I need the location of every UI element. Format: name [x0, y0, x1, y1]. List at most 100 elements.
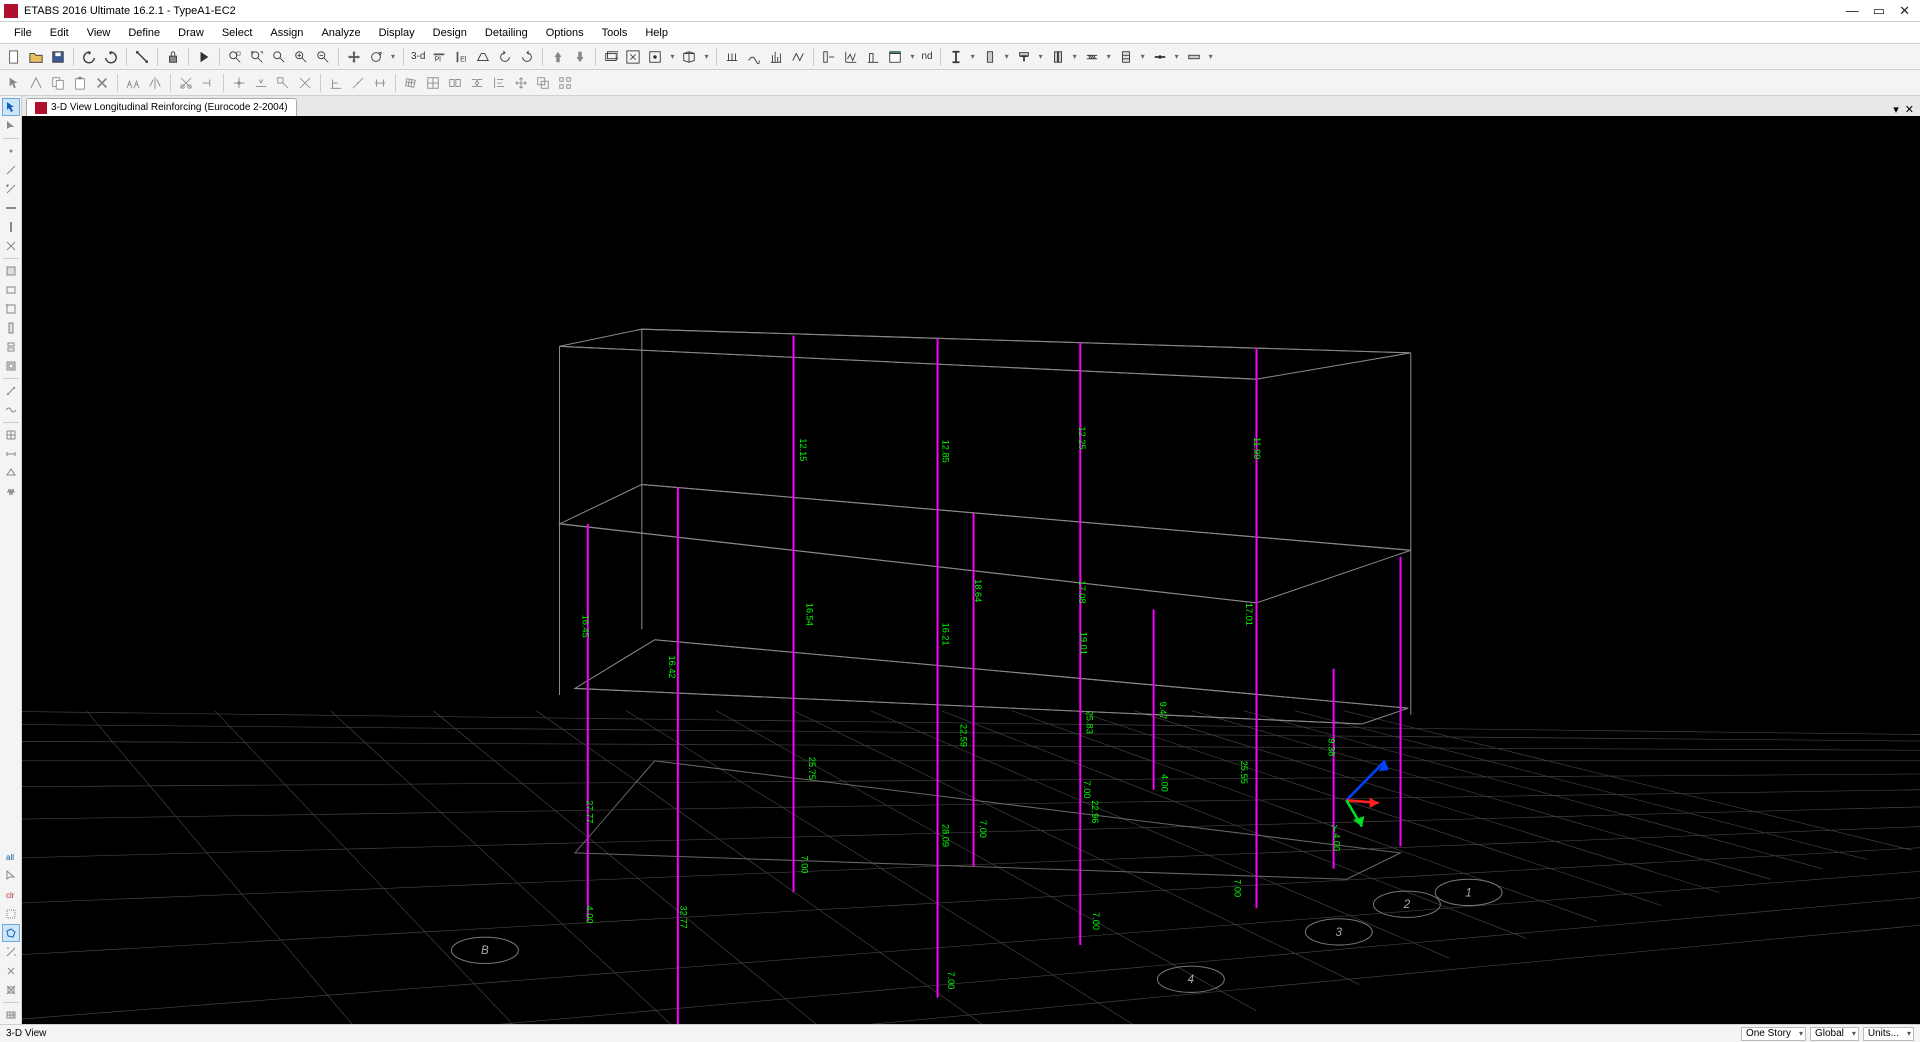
design-composite-button[interactable]: [1014, 47, 1034, 67]
design-concrete-button[interactable]: [980, 47, 1000, 67]
rotate-button[interactable]: [366, 47, 386, 67]
select-all-tool[interactable]: all: [2, 848, 20, 866]
concrete-dropdown-icon[interactable]: ▾: [1002, 52, 1012, 62]
snap-point-button[interactable]: [229, 73, 249, 93]
compcol-dropdown-icon[interactable]: ▾: [1070, 52, 1080, 62]
show-selection-tool[interactable]: [2, 1006, 20, 1024]
select-line-tool[interactable]: [2, 943, 20, 961]
merge-button[interactable]: [467, 73, 487, 93]
child-close-button[interactable]: ✕: [1905, 103, 1914, 116]
snap-intersect-button[interactable]: [295, 73, 315, 93]
show-hinge-button[interactable]: [863, 47, 883, 67]
select-prev-tool[interactable]: [2, 867, 20, 885]
close-button[interactable]: ✕: [1899, 3, 1910, 19]
draw-beam-tool[interactable]: [2, 199, 20, 217]
menu-define[interactable]: Define: [120, 25, 168, 41]
connection-dropdown-icon[interactable]: ▾: [1172, 52, 1182, 62]
zoom-prev-button[interactable]: [269, 47, 289, 67]
save-button[interactable]: [48, 47, 68, 67]
pan-button[interactable]: [344, 47, 364, 67]
set-display-button[interactable]: [645, 47, 665, 67]
spring-tool[interactable]: [2, 483, 20, 501]
tables-dropdown-icon[interactable]: ▾: [907, 52, 917, 62]
show-extrude-button[interactable]: [601, 47, 621, 67]
zoom-in-button[interactable]: [291, 47, 311, 67]
zoom-rubber-button[interactable]: [225, 47, 245, 67]
grid-tool[interactable]: [2, 426, 20, 444]
show-undeformed-button[interactable]: [679, 47, 699, 67]
mirror-button[interactable]: [145, 73, 165, 93]
view-plan-button[interactable]: Pl: [429, 47, 449, 67]
draw-quick-frame-tool[interactable]: [2, 180, 20, 198]
show-plot-button[interactable]: [841, 47, 861, 67]
snap-edge-button[interactable]: [370, 73, 390, 93]
refresh-button[interactable]: [132, 47, 152, 67]
menu-select[interactable]: Select: [214, 25, 261, 41]
maximize-button[interactable]: ▭: [1873, 3, 1885, 19]
move-up-button[interactable]: [548, 47, 568, 67]
draw-floor-tool[interactable]: [2, 262, 20, 280]
joist-dropdown-icon[interactable]: ▾: [1104, 52, 1114, 62]
menu-edit[interactable]: Edit: [42, 25, 77, 41]
minimize-button[interactable]: —: [1846, 3, 1859, 19]
array-button[interactable]: [555, 73, 575, 93]
child-restore-button[interactable]: ▾: [1893, 103, 1899, 116]
deselect-tool[interactable]: [2, 962, 20, 980]
perspective-toggle-button[interactable]: [473, 47, 493, 67]
pointer-button[interactable]: [4, 73, 24, 93]
draw-quick-area-tool[interactable]: [2, 300, 20, 318]
rotate-dropdown-icon[interactable]: ▾: [388, 52, 398, 62]
snap-perp-button[interactable]: [326, 73, 346, 93]
select-intersecting-tool[interactable]: [2, 905, 20, 923]
lock-button[interactable]: [163, 47, 183, 67]
design-steel-button[interactable]: [946, 47, 966, 67]
design-joist-button[interactable]: [1082, 47, 1102, 67]
extend-button[interactable]: [198, 73, 218, 93]
new-button[interactable]: [4, 47, 24, 67]
select-poly-tool[interactable]: [2, 924, 20, 942]
mesh-button[interactable]: [401, 73, 421, 93]
offset-button[interactable]: [533, 73, 553, 93]
menu-tools[interactable]: Tools: [594, 25, 636, 41]
draw-joint-tool[interactable]: [2, 142, 20, 160]
menu-display[interactable]: Display: [371, 25, 423, 41]
copy-button[interactable]: [48, 73, 68, 93]
steel-dropdown-icon[interactable]: ▾: [968, 52, 978, 62]
menu-detailing[interactable]: Detailing: [477, 25, 536, 41]
dimension-tool[interactable]: [2, 445, 20, 463]
object-shrink-button[interactable]: [623, 47, 643, 67]
design-connection-button[interactable]: [1150, 47, 1170, 67]
reshape-tool[interactable]: [2, 117, 20, 135]
menu-options[interactable]: Options: [538, 25, 592, 41]
run-analysis-button[interactable]: [194, 47, 214, 67]
draw-wall-opening-tool[interactable]: [2, 357, 20, 375]
show-forces-button[interactable]: [766, 47, 786, 67]
zoom-full-button[interactable]: [247, 47, 267, 67]
undeformed-dropdown-icon[interactable]: ▾: [701, 52, 711, 62]
replicate-button[interactable]: [123, 73, 143, 93]
wall-dropdown-icon[interactable]: ▾: [1138, 52, 1148, 62]
snap-mid-button[interactable]: [251, 73, 271, 93]
design-compcol-button[interactable]: [1048, 47, 1068, 67]
reshape-button[interactable]: [26, 73, 46, 93]
show-response-button[interactable]: [819, 47, 839, 67]
story-combo[interactable]: One Story: [1741, 1027, 1806, 1041]
move-button[interactable]: [511, 73, 531, 93]
zoom-out-button[interactable]: [313, 47, 333, 67]
design-wall-button[interactable]: [1116, 47, 1136, 67]
view-tab-3d[interactable]: 3-D View Longitudinal Reinforcing (Euroc…: [26, 98, 297, 116]
slab-dropdown-icon[interactable]: ▾: [1206, 52, 1216, 62]
menu-help[interactable]: Help: [637, 25, 676, 41]
draw-tendon-tool[interactable]: [2, 401, 20, 419]
select-invert-tool[interactable]: [2, 981, 20, 999]
menu-design[interactable]: Design: [425, 25, 475, 41]
show-loads-button[interactable]: [722, 47, 742, 67]
units-combo[interactable]: Units...: [1863, 1027, 1914, 1041]
snap-line-button[interactable]: [348, 73, 368, 93]
delete-button[interactable]: [92, 73, 112, 93]
move-down-button[interactable]: [570, 47, 590, 67]
show-tool[interactable]: [2, 464, 20, 482]
show-tables-button[interactable]: [885, 47, 905, 67]
design-slab-button[interactable]: [1184, 47, 1204, 67]
show-energy-button[interactable]: [788, 47, 808, 67]
